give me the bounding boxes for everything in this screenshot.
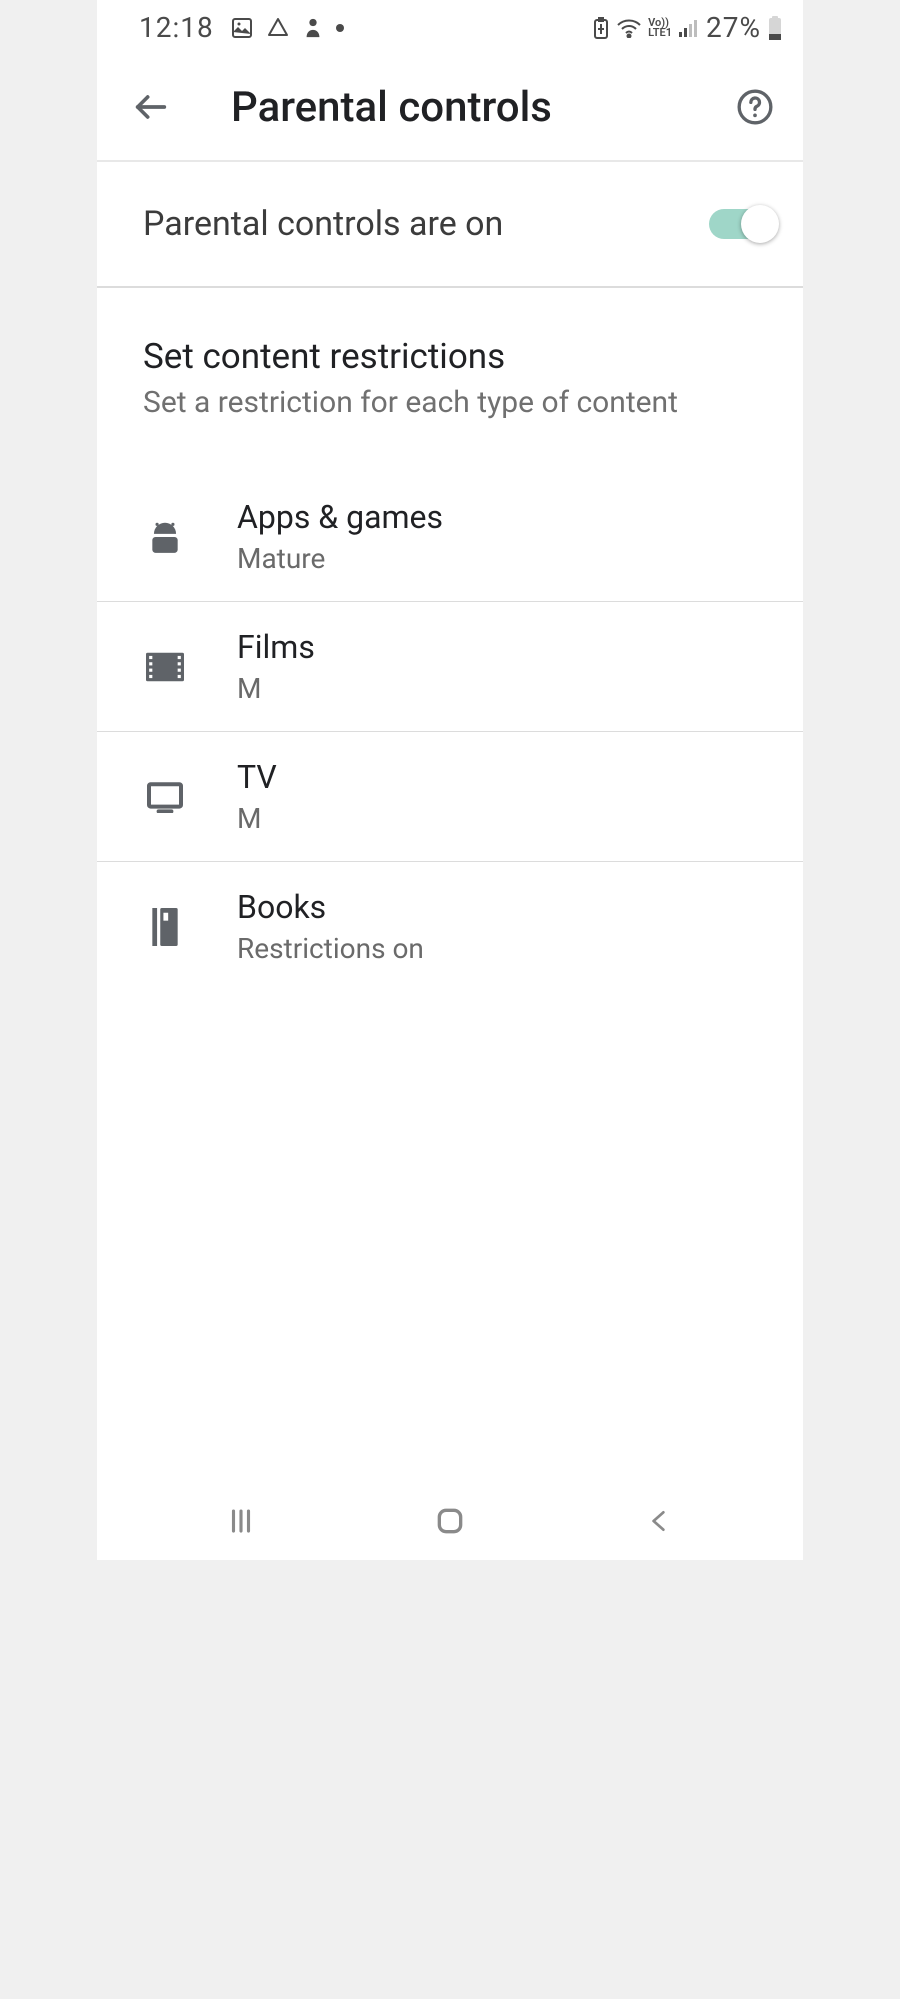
status-right: Vo))LTE1 27% xyxy=(592,11,783,44)
help-circle-icon xyxy=(735,87,775,127)
signal-icon xyxy=(678,19,700,37)
list-item-subtitle: M xyxy=(237,672,315,705)
back-button[interactable] xyxy=(127,83,175,131)
list-item-texts: Films M xyxy=(237,628,315,705)
status-time: 12:18 xyxy=(139,11,214,44)
section-subtitle: Set a restriction for each type of conte… xyxy=(143,385,757,420)
arrow-left-icon xyxy=(131,87,171,127)
person-icon xyxy=(302,16,324,40)
content-restriction-list: Apps & games Mature Films M xyxy=(97,472,803,991)
parental-controls-toggle-label: Parental controls are on xyxy=(143,204,503,244)
list-item-subtitle: M xyxy=(237,802,277,835)
android-icon xyxy=(143,518,187,556)
recents-icon xyxy=(224,1506,258,1536)
list-item-texts: Apps & games Mature xyxy=(237,498,443,575)
section-header: Set content restrictions Set a restricti… xyxy=(97,288,803,438)
battery-icon xyxy=(767,15,783,41)
system-nav-bar xyxy=(97,1490,803,1560)
chevron-left-icon xyxy=(646,1506,672,1536)
page-title: Parental controls xyxy=(231,83,675,132)
home-icon xyxy=(434,1505,466,1537)
battery-percent: 27% xyxy=(706,11,761,44)
list-item-title: Books xyxy=(237,888,424,926)
app-bar: Parental controls xyxy=(97,55,803,160)
status-bar: 12:18 xyxy=(97,0,803,55)
list-item-title: Films xyxy=(237,628,315,666)
image-icon xyxy=(230,16,254,40)
parental-controls-toggle-row[interactable]: Parental controls are on xyxy=(97,162,803,286)
list-item-title: Apps & games xyxy=(237,498,443,536)
drive-icon xyxy=(266,16,290,40)
battery-saver-icon xyxy=(592,17,610,39)
back-nav-button[interactable] xyxy=(629,1501,689,1541)
notification-dot-icon xyxy=(336,24,344,32)
switch-thumb xyxy=(741,205,779,243)
list-item-apps-games[interactable]: Apps & games Mature xyxy=(97,472,803,602)
list-item-texts: Books Restrictions on xyxy=(237,888,424,965)
lte-indicator: Vo))LTE1 xyxy=(648,18,672,38)
home-button[interactable] xyxy=(420,1501,480,1541)
section-title: Set content restrictions xyxy=(143,336,757,377)
wifi-icon xyxy=(616,18,642,38)
parental-controls-switch[interactable] xyxy=(709,209,773,239)
list-item-texts: TV M xyxy=(237,758,277,835)
recents-button[interactable] xyxy=(211,1501,271,1541)
list-item-tv[interactable]: TV M xyxy=(97,732,803,862)
phone-frame: 12:18 xyxy=(97,0,803,1560)
list-item-subtitle: Restrictions on xyxy=(237,932,424,965)
list-item-subtitle: Mature xyxy=(237,542,443,575)
film-icon xyxy=(143,652,187,682)
list-item-books[interactable]: Books Restrictions on xyxy=(97,862,803,991)
book-icon xyxy=(143,908,187,946)
tv-icon xyxy=(143,781,187,813)
list-item-films[interactable]: Films M xyxy=(97,602,803,732)
list-item-title: TV xyxy=(237,758,277,796)
help-button[interactable] xyxy=(731,83,779,131)
status-left: 12:18 xyxy=(139,11,344,44)
